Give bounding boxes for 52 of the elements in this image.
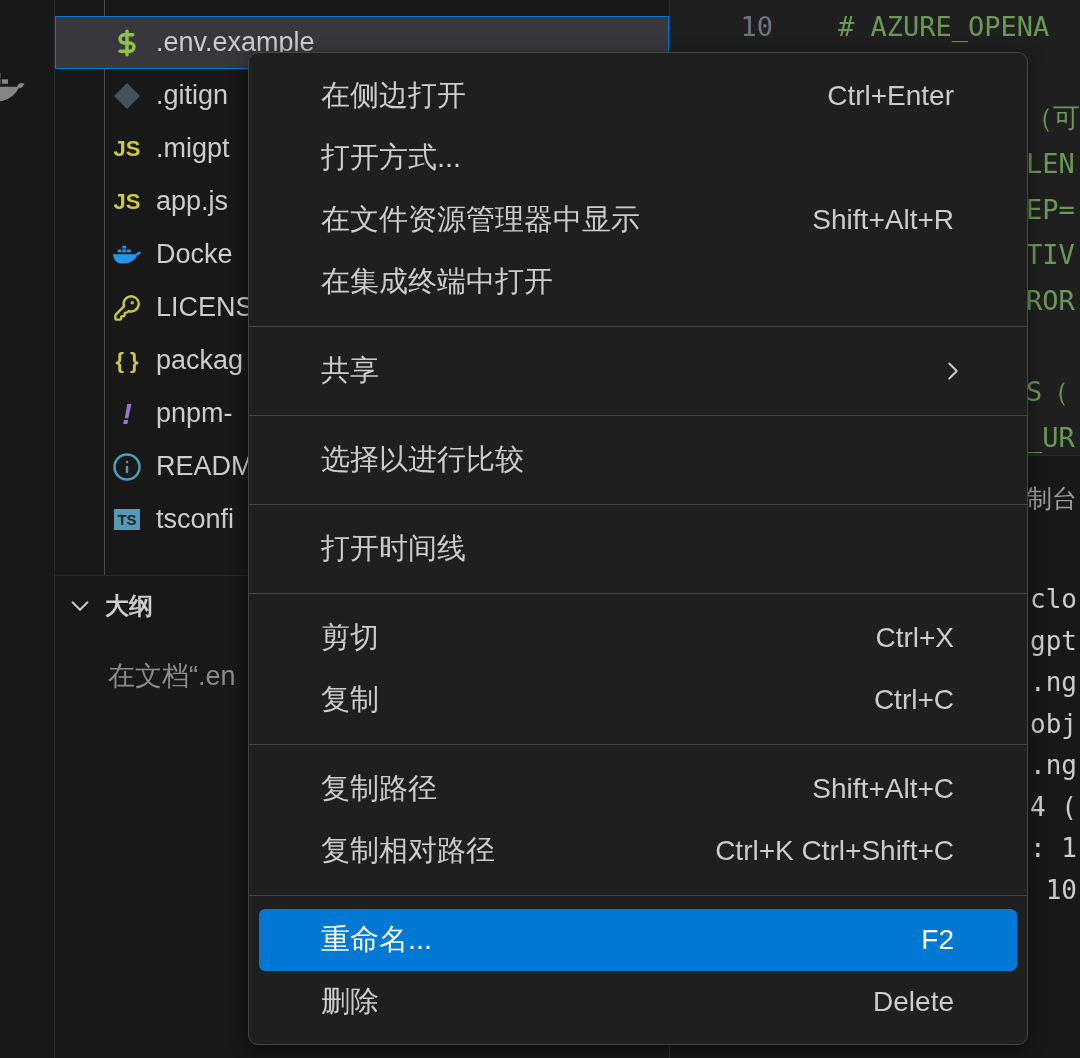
file-type-icon: JS (113, 188, 141, 215)
terminal-line: gpt (1029, 625, 1078, 658)
file-name: .migpt (156, 133, 230, 164)
menu-shortcut: Delete (873, 986, 954, 1018)
file-type-icon: ! (122, 396, 132, 431)
file-name: tsconfi (156, 504, 235, 535)
menu-shortcut: Ctrl+Enter (827, 80, 954, 112)
menu-label: 复制相对路径 (321, 833, 495, 868)
file-name: packag (156, 345, 244, 376)
terminal-line: clo (1029, 584, 1078, 616)
menu-shortcut: Ctrl+C (873, 684, 954, 716)
menu-label: 在集成终端中打开 (321, 264, 553, 299)
menu-shortcut: Ctrl+K Ctrl+Shift+C (715, 835, 954, 867)
code-text: EP= (1026, 193, 1075, 225)
terminal-line: obj (1029, 708, 1078, 741)
menu-label: 复制 (321, 682, 379, 717)
file-type-icon: { } (115, 347, 139, 374)
menu-label: 共享 (321, 353, 379, 388)
code-text: TIV (1026, 239, 1075, 271)
code-comment: # AZURE_OPENA (838, 11, 1050, 43)
menu-label: 打开方式... (321, 140, 462, 175)
menu-label: 删除 (321, 984, 379, 1019)
menu-label: 选择以进行比较 (321, 442, 524, 477)
file-name: .env.example (156, 27, 315, 58)
code-text: LEN (1026, 148, 1075, 180)
line-number: 10 (739, 11, 773, 43)
code-text: S（ (1026, 374, 1070, 409)
file-name: pnpm- (156, 398, 233, 429)
file-name: .gitign (156, 80, 229, 111)
terminal-line: .ng (1029, 667, 1078, 699)
terminal-line: 4 ( (1029, 791, 1078, 824)
menu-shortcut: Shift+Alt+C (812, 773, 954, 805)
terminal-line: : 1 (1029, 833, 1078, 865)
menu-shortcut: F2 (921, 924, 954, 956)
menu-label: 复制路径 (321, 771, 437, 806)
terminal-line: .ng (1029, 750, 1078, 782)
menu-shortcut: Shift+Alt+R (812, 204, 954, 236)
menu-label: 在侧边打开 (321, 78, 466, 113)
terminal-line: 10 (1044, 874, 1078, 907)
menu-label: 在文件资源管理器中显示 (321, 202, 640, 237)
file-name: Docke (156, 239, 233, 270)
menu-label: 剪切 (321, 620, 379, 655)
file-name: app.js (156, 186, 229, 217)
code-text: （可 (1026, 101, 1080, 135)
outline-message: 在文档“.en (108, 660, 236, 693)
file-type-icon: TS (114, 509, 140, 530)
menu-label: 重命名... (321, 922, 433, 957)
code-text: ROR (1026, 284, 1075, 316)
file-type-icon: JS (113, 135, 141, 162)
menu-label: 打开时间线 (321, 531, 466, 566)
menu-shortcut: Ctrl+X (875, 622, 954, 654)
code-text: _UR (1026, 421, 1075, 453)
